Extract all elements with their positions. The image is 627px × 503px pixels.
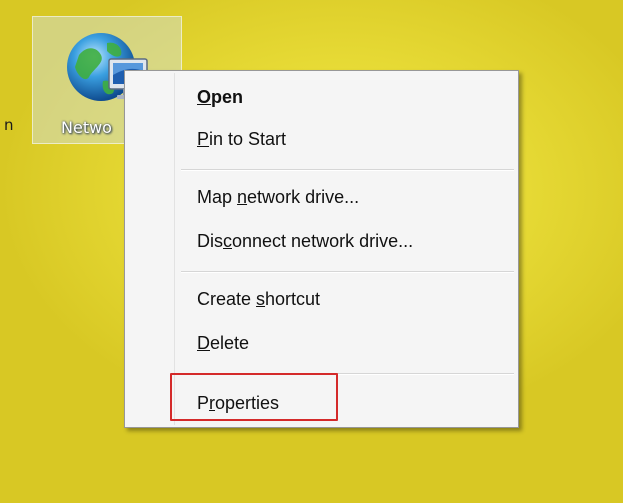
menu-separator — [181, 271, 514, 273]
menu-item-create-shortcut[interactable]: Create shortcut — [197, 289, 320, 310]
menu-separator — [181, 169, 514, 171]
menu-item-map-network-drive[interactable]: Map network drive... — [197, 187, 359, 208]
desktop-partial-label: n — [4, 116, 14, 134]
menu-item-delete[interactable]: Delete — [197, 333, 249, 354]
menu-item-disconnect-network-drive[interactable]: Disconnect network drive... — [197, 231, 413, 252]
properties-highlight-box — [170, 373, 338, 421]
menu-item-pin-to-start[interactable]: Pin to Start — [197, 129, 286, 150]
network-icon-label: Netwo — [61, 118, 112, 137]
menu-item-open[interactable]: Open — [197, 87, 243, 108]
